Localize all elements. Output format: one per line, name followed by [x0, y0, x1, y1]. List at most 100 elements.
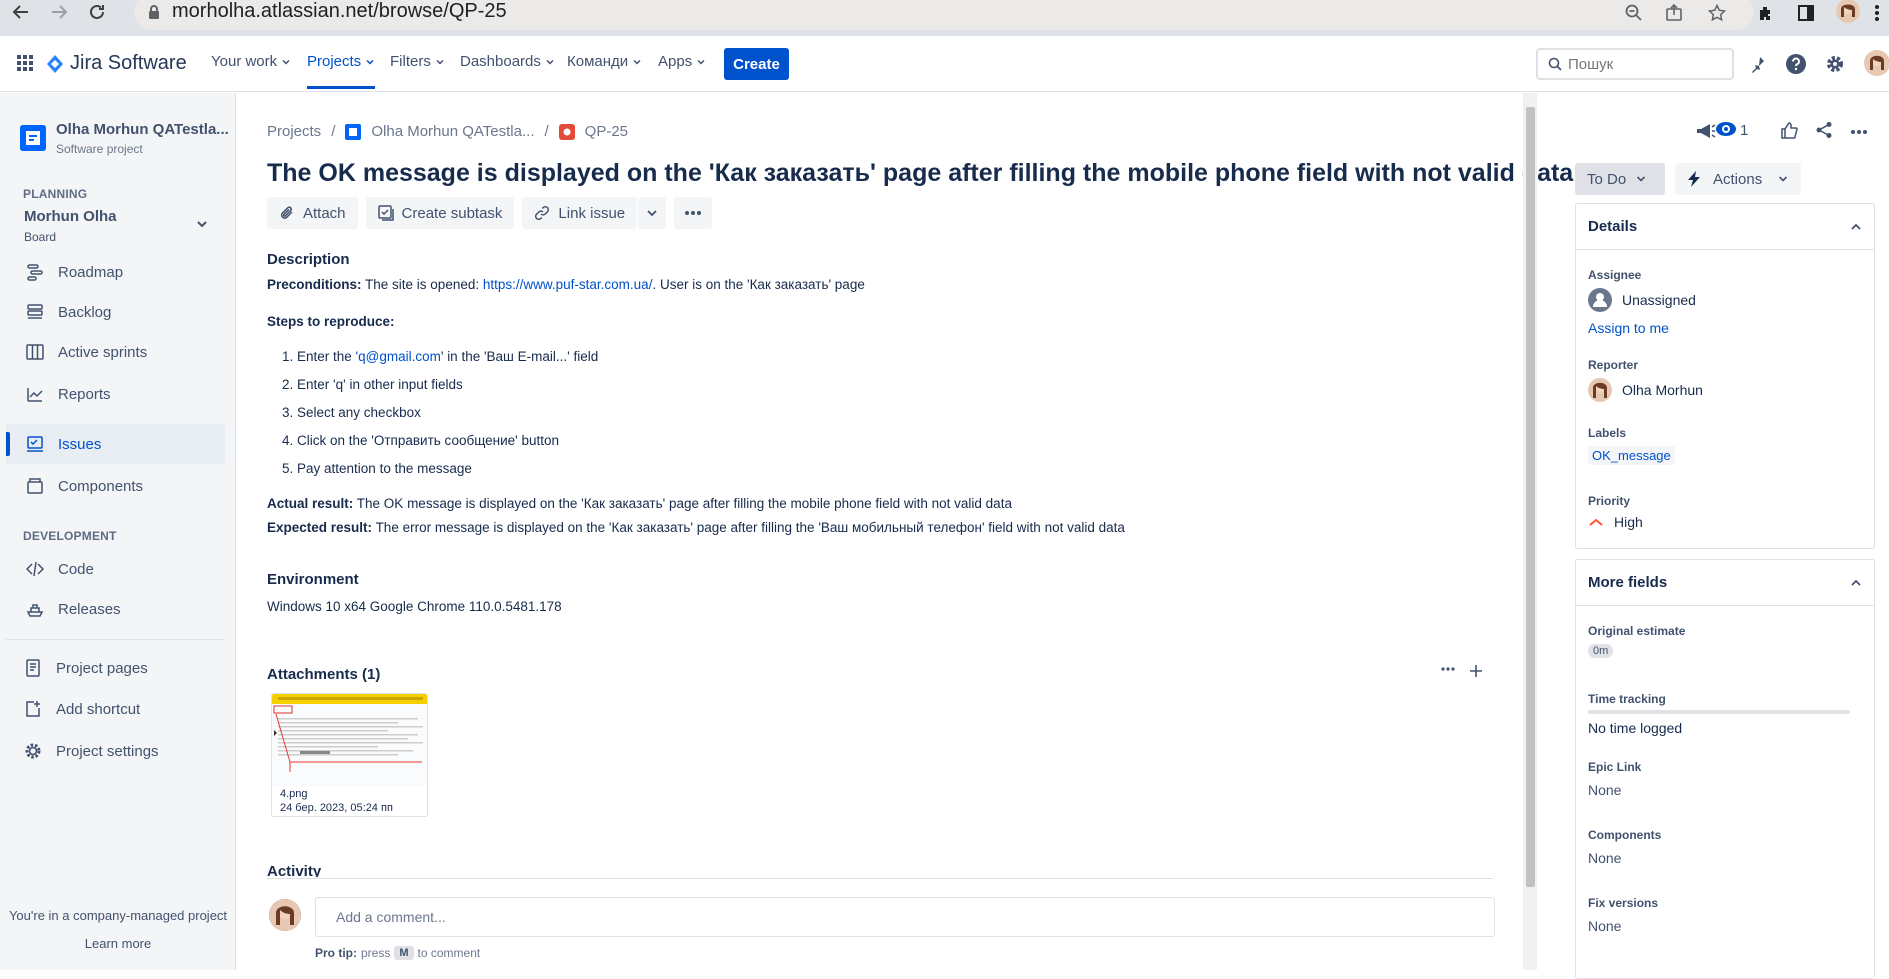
sidebar-item-active-sprints[interactable]: Active sprints: [6, 332, 225, 372]
sidepanel-icon[interactable]: [1797, 2, 1815, 24]
time-tracking-value[interactable]: No time logged: [1588, 720, 1682, 736]
details-header[interactable]: Details: [1576, 204, 1874, 250]
zoom-icon[interactable]: [1625, 2, 1643, 24]
breadcrumb-issue-key[interactable]: QP-25: [585, 123, 628, 140]
notifications-icon[interactable]: [1744, 51, 1770, 77]
reporter-avatar: [1588, 378, 1612, 402]
assignee-value[interactable]: Unassigned: [1588, 288, 1696, 312]
company-managed-note: You're in a company-managed project: [8, 908, 228, 923]
status-dropdown[interactable]: To Do: [1575, 163, 1665, 195]
project-header[interactable]: Olha Morhun QATestla... Software project: [20, 121, 229, 156]
label-chip[interactable]: OK_message: [1588, 446, 1675, 465]
project-avatar: [20, 125, 46, 151]
back-icon[interactable]: [4, 0, 38, 29]
assign-to-me-link[interactable]: Assign to me: [1588, 320, 1669, 336]
address-bar[interactable]: morholha.atlassian.net/browse/QP-25: [134, 0, 1754, 30]
create-button[interactable]: Create: [724, 48, 789, 80]
bookmark-star-icon[interactable]: [1708, 2, 1726, 24]
step-3: 3. Select any checkbox: [282, 405, 421, 420]
comment-input[interactable]: Add a comment...: [315, 897, 1495, 937]
sidebar-item-label: Add shortcut: [56, 700, 141, 718]
share-page-icon[interactable]: [1665, 2, 1683, 24]
feedback-megaphone-icon[interactable]: [1695, 121, 1717, 141]
nav-teams[interactable]: Команди: [567, 53, 642, 70]
environment-value[interactable]: Windows 10 x64 Google Chrome 110.0.5481.…: [267, 599, 562, 614]
user-avatar[interactable]: [1864, 50, 1889, 76]
fix-versions-value[interactable]: None: [1588, 918, 1621, 934]
epic-link-value[interactable]: None: [1588, 782, 1621, 798]
more-actions-button[interactable]: [674, 197, 713, 229]
sidebar-item-label: Project pages: [56, 659, 148, 677]
sidebar-item-issues[interactable]: Issues: [6, 424, 225, 464]
preconditions-line[interactable]: Preconditions: The site is opened: https…: [267, 277, 865, 292]
pro-tip: Pro tip: press M to comment: [315, 946, 481, 960]
breadcrumb-projects[interactable]: Projects: [267, 123, 321, 140]
sidebar-item-releases[interactable]: Releases: [6, 589, 225, 629]
main-scrollbar-thumb[interactable]: [1526, 107, 1535, 887]
app-switcher-icon[interactable]: [16, 54, 34, 72]
nav-projects[interactable]: Projects: [307, 53, 376, 89]
expected-result: Expected result: The error message is di…: [267, 520, 1125, 535]
more-horizontal-icon[interactable]: [1440, 666, 1456, 672]
sidebar-item-label: Backlog: [58, 303, 112, 321]
add-attachment-icon[interactable]: [1469, 664, 1483, 678]
attachments-heading: Attachments (1): [267, 666, 381, 683]
more-fields-header[interactable]: More fields: [1576, 560, 1874, 606]
sidebar-item-add-shortcut[interactable]: Add shortcut: [6, 689, 225, 729]
create-subtask-button[interactable]: Create subtask: [365, 197, 515, 229]
breadcrumb: Projects / Olha Morhun QATestla... / QP-…: [267, 123, 628, 140]
issues-icon: [26, 435, 44, 453]
nav-apps[interactable]: Apps: [658, 53, 706, 70]
url-text: morholha.atlassian.net/browse/QP-25: [172, 0, 507, 22]
attach-button[interactable]: Attach: [267, 197, 358, 229]
sidebar-item-label: Roadmap: [58, 263, 124, 281]
development-heading: DEVELOPMENT: [23, 529, 117, 543]
labels-value[interactable]: OK_message: [1588, 446, 1675, 465]
nav-dashboards[interactable]: Dashboards: [460, 53, 555, 70]
original-estimate-value[interactable]: 0m: [1588, 644, 1614, 658]
reload-icon[interactable]: [80, 0, 114, 29]
watch-eye-icon[interactable]: [1715, 121, 1737, 137]
components-value[interactable]: None: [1588, 850, 1621, 866]
profile-avatar[interactable]: [1836, 0, 1860, 23]
settings-gear-icon[interactable]: [1822, 51, 1848, 77]
link-dropdown-button[interactable]: [638, 197, 667, 229]
sidebar-item-reports[interactable]: Reports: [6, 374, 225, 414]
help-icon[interactable]: [1783, 51, 1809, 77]
sidebar-item-components[interactable]: Components: [6, 466, 225, 506]
board-selector[interactable]: Morhun Olha Board: [10, 208, 220, 250]
nav-filters[interactable]: Filters: [390, 53, 445, 70]
sidebar-item-project-pages[interactable]: Project pages: [6, 648, 225, 688]
search-input[interactable]: [1568, 55, 1728, 73]
priority-value[interactable]: High: [1588, 514, 1643, 530]
learn-more-link[interactable]: Learn more: [0, 936, 236, 951]
extensions-icon[interactable]: [1757, 2, 1775, 24]
email-link[interactable]: 'q@gmail.com: [356, 349, 441, 364]
nav-your-work[interactable]: Your work: [211, 53, 291, 70]
sidebar-item-project-settings[interactable]: Project settings: [6, 731, 225, 771]
reporter-value[interactable]: Olha Morhun: [1588, 378, 1703, 402]
thumbs-up-icon[interactable]: [1780, 121, 1798, 139]
sidebar-item-label: Code: [58, 560, 94, 578]
top-navigation: Jira Software Your work Projects Filters…: [0, 36, 1889, 92]
site-link[interactable]: https://www.puf-star.com.ua/: [483, 277, 653, 292]
lock-icon: [148, 5, 160, 19]
backlog-icon: [26, 303, 44, 321]
link-issue-button[interactable]: Link issue: [522, 197, 638, 229]
description-heading: Description: [267, 251, 350, 268]
forward-icon[interactable]: [42, 0, 76, 29]
search-field[interactable]: [1536, 48, 1734, 80]
more-horizontal-icon[interactable]: [1850, 129, 1868, 135]
issue-title[interactable]: The OK message is displayed on the 'Как …: [267, 159, 1573, 188]
share-icon[interactable]: [1815, 121, 1833, 139]
sidebar-item-roadmap[interactable]: Roadmap: [6, 252, 225, 292]
browser-menu-icon[interactable]: [1874, 2, 1880, 24]
sidebar-item-backlog[interactable]: Backlog: [6, 292, 225, 332]
actions-dropdown[interactable]: Actions: [1675, 163, 1801, 195]
attachment-card[interactable]: 4.png 24 бер. 2023, 05:24 пп: [271, 693, 428, 817]
chevron-down-icon: [366, 59, 374, 65]
sidebar-item-code[interactable]: Code: [6, 549, 225, 589]
jira-logo[interactable]: Jira Software: [46, 52, 187, 75]
breadcrumb-project[interactable]: Olha Morhun QATestla...: [371, 123, 534, 140]
labels-label: Labels: [1588, 426, 1627, 440]
